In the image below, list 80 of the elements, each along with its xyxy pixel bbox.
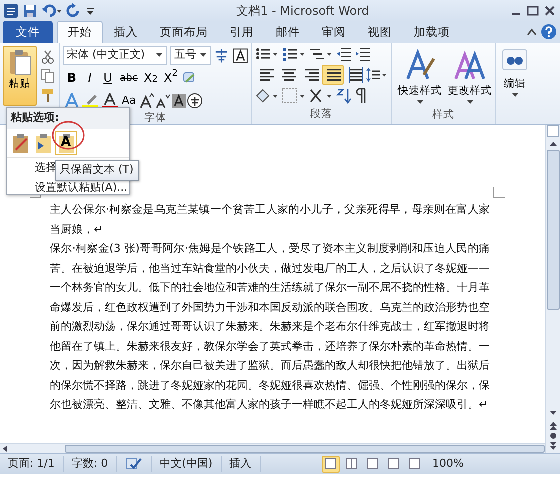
save-icon[interactable] [22, 3, 38, 19]
file-tab[interactable]: 文件 [3, 20, 53, 43]
text-effect-icon[interactable] [63, 93, 81, 109]
scrollbar-thumb[interactable] [65, 444, 545, 452]
character-shading-icon[interactable] [171, 93, 188, 109]
ribbon-tab[interactable]: 加载项 [403, 20, 461, 43]
clipboard-icon [7, 49, 33, 77]
subscript-button[interactable]: X$_{2}$ [140, 68, 161, 88]
proofing-icon[interactable] [125, 456, 144, 471]
line-spacing-icon[interactable] [366, 67, 388, 83]
ribbon-tab[interactable]: 插入 [103, 20, 149, 43]
print-layout-button[interactable] [322, 456, 340, 472]
enclose-characters-icon[interactable] [187, 93, 204, 109]
redo-icon[interactable] [66, 3, 82, 19]
bold-button[interactable]: B [63, 68, 81, 88]
group-label: 字体 [144, 111, 168, 126]
ribbon-tab[interactable]: 视图 [357, 20, 403, 43]
word-icon[interactable] [3, 3, 19, 19]
scrollbar-thumb[interactable] [546, 150, 560, 310]
ribbon-tab[interactable]: 引用 [219, 20, 265, 43]
dropdown-icon [200, 53, 208, 58]
increase-indent-icon[interactable] [355, 46, 371, 62]
highlight-circle [52, 121, 85, 150]
shading-icon[interactable] [255, 88, 279, 104]
status-mode[interactable]: 插入 [222, 456, 261, 472]
character-border-icon[interactable] [232, 48, 248, 64]
group-label: 段落 [310, 107, 334, 122]
margin-corner-mark [493, 187, 505, 199]
italic-button[interactable]: I [81, 68, 99, 88]
paragraph: 保尔·柯察金(3 张)哥哥阿尔·焦姆是个铁路工人，受尽了资本主义制度剥削和压迫人民的痛苦。在被迫退学后，他当过车站食堂的小伙夫，做过发电厂的工人，之后认识了冬妮娅——一个林务官的女儿。低下的社会地位和苦难的生活练就了保尔一副不屈不挠的性格。十月革命爆发后，红色政权遭到了外国势力干涉和本国反动派的联合围攻。乌克兰的政治形势也空前的激烈动荡，保尔通过哥哥认识了朱赫来。朱赫来是个老布尔什维克战士，红军撤退时将他留在了镇上。朱赫来很友好，教保尔学会了英式拳击，还培养了保尔朴素的革命热情。一次，因为解救朱赫来，保尔自己被关进了监狱。而后愚蠢的敌人却很快把他错放了。出狱后的保尔慌不择路，跳进了冬妮娅家的花园。冬妮娅很喜欢热情、倔强、个性刚强的保尔，保尔也被漂亮、整洁、文雅、不像其他富人家的孩子一样瞧不起工人的冬妮娅所深深吸引。↵ [50, 241, 490, 413]
bullets-icon[interactable] [255, 46, 279, 62]
cut-icon[interactable] [40, 49, 56, 65]
dropdown-icon [512, 92, 518, 98]
editing-button[interactable]: 编辑 [499, 46, 531, 101]
change-styles-button[interactable]: 更改样式 [445, 46, 495, 108]
dropdown-icon [156, 53, 164, 58]
font-name-combo[interactable]: 宋体 (中文正文) [63, 46, 168, 65]
group-label: 样式 [432, 108, 456, 123]
format-painter-icon[interactable] [40, 87, 56, 103]
underline-button[interactable]: U [99, 68, 117, 88]
strikethrough-button[interactable]: abc [117, 68, 141, 88]
paste-button[interactable]: 粘贴 [3, 46, 37, 106]
merge-formatting-button[interactable] [33, 132, 53, 154]
sort-icon[interactable] [336, 88, 352, 104]
status-language[interactable]: 中文(中国) [152, 456, 222, 472]
close-icon[interactable] [543, 4, 557, 18]
dropdown-icon [416, 100, 424, 105]
letters-icon [454, 49, 486, 81]
ruler-toggle-icon[interactable] [546, 125, 560, 138]
multilevel-list-icon[interactable] [309, 46, 333, 62]
ribbon-tab[interactable]: 页面布局 [149, 20, 219, 43]
paragraph: 主人公保尔·柯察金是乌克兰某镇一个贫苦工人家的小儿子，父亲死得早，母亲则在富人家当厨娘，↵ [50, 202, 490, 238]
justify-button[interactable] [322, 65, 344, 85]
ribbon-tab[interactable]: 审阅 [311, 20, 357, 43]
keep-formatting-button[interactable] [10, 132, 30, 154]
change-case-button[interactable]: Aa [119, 91, 140, 111]
decrease-indent-icon[interactable] [336, 46, 352, 62]
quick-styles-button[interactable]: 快速样式 [395, 46, 445, 108]
restore-icon[interactable] [526, 4, 540, 18]
collapse-ribbon-icon[interactable] [526, 27, 538, 37]
status-word-count[interactable]: 字数: 0 [64, 456, 118, 472]
status-zoom[interactable]: 100% [426, 456, 470, 472]
window-title: 文档1 - Microsoft Word [236, 3, 370, 20]
font-size-combo[interactable]: 五号 [170, 46, 212, 65]
copy-icon[interactable] [40, 68, 56, 84]
binoculars-icon [502, 49, 528, 71]
grow-font-icon[interactable] [139, 93, 156, 109]
superscript-button[interactable]: X$^{2}$ [160, 68, 181, 88]
menu-title: 粘贴选项: [7, 108, 129, 128]
help-icon[interactable] [541, 24, 557, 40]
undo-icon[interactable] [41, 3, 63, 19]
tooltip: 只保留文本 (T) [55, 160, 139, 180]
numbering-icon[interactable] [282, 46, 306, 62]
menu-item[interactable]: 设置默认粘贴(A)... [7, 178, 129, 198]
status-page[interactable]: 页面: 1/1 [0, 456, 64, 472]
ribbon-tab[interactable]: 开始 [57, 20, 103, 43]
shrink-font-icon[interactable] [155, 93, 172, 109]
dropdown-icon [466, 100, 474, 105]
letter-brush-icon [404, 49, 436, 81]
ribbon-tab[interactable]: 邮件 [265, 20, 311, 43]
